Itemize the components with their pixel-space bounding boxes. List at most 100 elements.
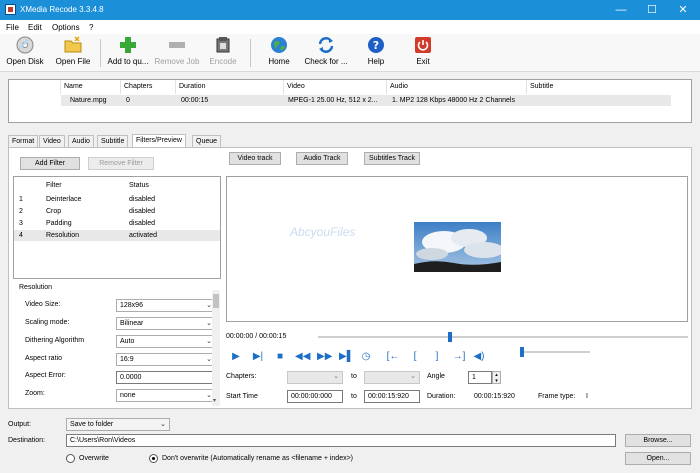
maximize-button[interactable]: ☐ [637,0,667,20]
column-header-duration[interactable]: Duration [176,80,284,94]
stop-icon[interactable]: ■ [273,350,287,364]
tab-format[interactable]: Format [8,135,39,147]
column-header-audio[interactable]: Audio [387,80,527,94]
column-header-chapters[interactable]: Chapters [121,80,176,94]
scrollbar-thumb[interactable] [213,294,219,308]
open-folder-button[interactable]: Open... [625,452,691,465]
power-icon [414,36,432,54]
plus-icon [119,36,137,54]
open-disk-button[interactable]: Open Disk [4,36,46,70]
start-time-input[interactable]: 00:00:00:000 [287,390,343,403]
svg-text:?: ? [373,39,379,52]
help-button[interactable]: ? Help [361,36,391,70]
step-forward-icon[interactable]: ▶| [251,350,265,364]
clock-icon[interactable]: ◷ [359,350,373,364]
home-button[interactable]: Home [262,36,296,70]
column-header-filter[interactable]: Filter [46,180,62,191]
audio-track-button[interactable]: Audio Track [296,152,348,165]
filter-index: 3 [19,220,23,227]
overwrite-radio[interactable] [66,454,75,463]
file-name: Nature.mpg [70,97,107,104]
tab-subtitle[interactable]: Subtitle [97,135,129,147]
toolbar-separator [250,39,251,67]
column-header-subtitle[interactable]: Subtitle [527,80,691,94]
fast-forward-icon[interactable]: ▶▶ [317,350,332,364]
add-filter-button[interactable]: Add Filter [20,157,80,170]
chapters-start-select[interactable]: ⌄ [287,371,343,384]
zoom-label: Zoom: [25,390,45,397]
dont-overwrite-radio[interactable] [149,454,158,463]
mark-start-icon[interactable]: [← [386,350,400,364]
refresh-icon [317,36,335,54]
remove-job-button[interactable]: Remove Job [154,36,200,70]
destination-input[interactable]: C:\Users\Ron\Videos [66,434,616,447]
seek-thumb[interactable] [447,332,452,342]
tab-filters-preview[interactable]: Filters/Preview [132,134,186,148]
scaling-mode-select[interactable]: Bilinear ⌄ [116,317,216,330]
angle-spinner[interactable]: ▴ ▾ [492,371,501,384]
column-header-status[interactable]: Status [129,180,149,191]
file-video: MPEG-1 25.00 Hz, 512 x 2... [288,97,378,104]
column-header-name[interactable]: Name [61,80,121,94]
chevron-down-icon: ⌄ [160,421,166,428]
chevron-down-icon[interactable]: ▾ [213,397,216,404]
play-icon[interactable]: ▶ [229,350,243,364]
volume-thumb[interactable] [520,347,524,357]
list-item-selected[interactable]: 4 Resolution activated [14,230,220,241]
next-frame-icon[interactable]: ▶▌ [339,350,354,364]
add-to-queue-button[interactable]: Add to qu... [104,36,152,70]
list-item[interactable]: 3 Padding disabled [14,218,220,229]
angle-label: Angle [427,373,445,380]
column-header-video[interactable]: Video [284,80,387,94]
video-size-select[interactable]: 128x96 ⌄ [116,299,216,312]
volume-slider[interactable] [520,347,590,357]
list-item[interactable]: 1 Deinterlace disabled [14,194,220,205]
open-file-button[interactable]: Open File [52,36,94,70]
minimize-button[interactable]: — [606,0,636,20]
toolbar-separator [100,39,101,67]
tab-audio[interactable]: Audio [68,135,94,147]
rewind-icon[interactable]: ◀◀ [295,350,310,364]
zoom-select[interactable]: none ⌄ [116,389,216,402]
list-item[interactable]: 2 Crop disabled [14,206,220,217]
subtitles-track-button[interactable]: Subtitles Track [364,152,420,165]
menu-options[interactable]: Options [52,23,80,32]
mark-end-icon[interactable]: →] [452,350,466,364]
bracket-right-icon[interactable]: ] [430,350,444,364]
seek-bar[interactable] [318,332,688,342]
remove-filter-button[interactable]: Remove Filter [88,157,154,170]
filter-name: Resolution [46,232,80,239]
video-size-label: Video Size: [25,301,61,308]
output-select[interactable]: Save to folder ⌄ [66,418,170,431]
bracket-left-icon[interactable]: [ [408,350,422,364]
encode-button[interactable]: Encode [205,36,241,70]
menu-help[interactable]: ? [89,23,93,32]
zoom-value: none [120,392,136,399]
menu-bar: File Edit Options ? [0,20,700,34]
tab-video[interactable]: Video [39,135,65,147]
exit-button[interactable]: Exit [408,36,438,70]
video-track-button[interactable]: Video track [229,152,281,165]
menu-file[interactable]: File [6,23,19,32]
close-window-button[interactable]: ✕ [668,0,698,20]
filter-status: disabled [129,220,156,227]
file-table[interactable]: Name Chapters Duration Video Audio Subti… [8,79,692,123]
volume-icon[interactable]: ◀) [472,350,486,364]
filter-list[interactable]: Filter Status 1 Deinterlace disabled 2 C… [13,176,221,279]
chevron-down-icon: ⌄ [333,373,339,380]
chapters-end-select[interactable]: ⌄ [364,371,420,384]
end-time-input[interactable]: 00:00:15:920 [364,390,420,403]
menu-edit[interactable]: Edit [28,23,42,32]
filter-list-header: Filter Status [14,180,220,191]
angle-input[interactable]: 1 [468,371,492,384]
resolution-scrollbar[interactable]: ▾ [212,290,220,406]
aspect-ratio-select[interactable]: 16:9 ⌄ [116,353,216,366]
dithering-select[interactable]: Auto ⌄ [116,335,216,348]
check-for-updates-button[interactable]: Check for ... [302,36,350,70]
disc-icon [16,36,34,54]
open-file-label: Open File [55,57,91,66]
aspect-error-input[interactable]: 0.0000 [116,371,216,384]
browse-button[interactable]: Browse... [625,434,691,447]
output-value: Save to folder [70,421,114,428]
tab-queue[interactable]: Queue [192,135,222,147]
